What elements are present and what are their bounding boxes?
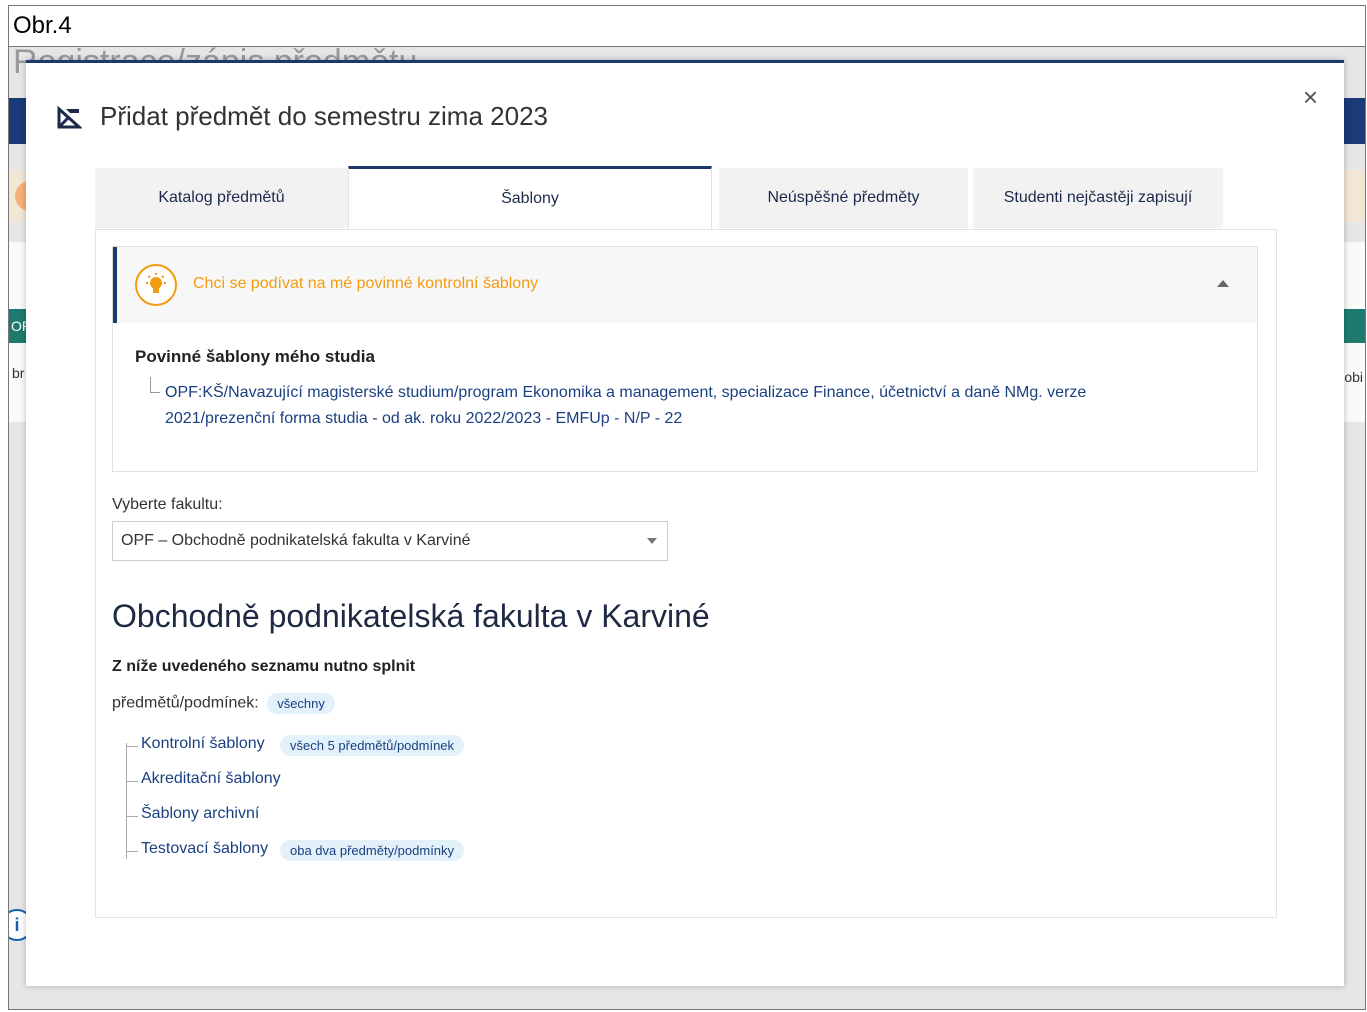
- tab-studenti-nejcasteji-zapisuji[interactable]: Studenti nejčastěji zapisují: [973, 168, 1223, 228]
- tree-line: [126, 743, 127, 859]
- tab-neuspesne-predmety[interactable]: Neúspěšné předměty: [719, 168, 968, 228]
- faculty-heading: Obchodně podnikatelská fakulta v Karviné: [112, 598, 710, 634]
- mandatory-template-link[interactable]: OPF:KŠ/Navazující magisterské studium/pr…: [165, 380, 1195, 432]
- mandatory-templates-title: Povinné šablony mého studia: [135, 347, 375, 366]
- figure-caption: Obr.4: [9, 6, 1365, 47]
- tip-box: Chci se podívat na mé povinné kontrolní …: [112, 246, 1258, 472]
- tree-item-label[interactable]: Kontrolní šablony: [141, 735, 265, 753]
- figure-frame: Obr.4 Registrace/zápis předmětu ! OP br …: [8, 5, 1366, 1010]
- tab-bar: Katalog předmětů Šablony Neúspěšné předm…: [95, 166, 1277, 230]
- tab-panel-sablony: Chci se podívat na mé povinné kontrolní …: [95, 229, 1277, 918]
- add-subject-modal: Přidat předmět do semestru zima 2023 × K…: [26, 60, 1344, 986]
- subject-icon: [57, 105, 82, 129]
- tree-connector: [150, 377, 160, 393]
- requirement-subtitle: předmětů/podmínek: všechny: [112, 693, 335, 714]
- background-text-right: obi: [1344, 369, 1363, 385]
- close-icon[interactable]: ×: [1303, 83, 1318, 111]
- tree-item-badge: oba dva předměty/podmínky: [280, 840, 465, 861]
- faculty-select-value: OPF – Obchodně podnikatelská fakulta v K…: [121, 532, 471, 549]
- chevron-down-icon: [647, 538, 657, 544]
- tab-sablony[interactable]: Šablony: [348, 166, 712, 230]
- modal-header: Přidat předmět do semestru zima 2023 ×: [26, 63, 1344, 163]
- modal-title: Přidat předmět do semestru zima 2023: [100, 101, 548, 131]
- requirement-badge: všechny: [267, 693, 335, 714]
- requirement-title: Z níže uvedeného seznamu nutno splnit: [112, 658, 416, 675]
- faculty-select[interactable]: OPF – Obchodně podnikatelská fakulta v K…: [112, 521, 668, 561]
- tip-toggle[interactable]: Chci se podívat na mé povinné kontrolní …: [113, 247, 1257, 323]
- faculty-select-label: Vyberte fakultu:: [112, 496, 223, 513]
- tip-text: Chci se podívat na mé povinné kontrolní …: [193, 275, 539, 292]
- caret-up-icon[interactable]: [1217, 280, 1229, 287]
- background-text-left: br: [12, 365, 25, 381]
- tree-item-label[interactable]: Testovací šablony: [141, 840, 268, 858]
- tree-item-label[interactable]: Akreditační šablony: [141, 770, 281, 788]
- tree-item-badge: všech 5 předmětů/podmínek: [280, 735, 465, 756]
- lightbulb-icon: [135, 264, 177, 306]
- tab-katalog-predmetu[interactable]: Katalog předmětů: [95, 168, 348, 228]
- requirement-subtitle-text: předmětů/podmínek:: [112, 694, 259, 712]
- tree-item-label[interactable]: Šablony archivní: [141, 805, 259, 823]
- template-tree: Kontrolní šablony všech 5 předmětů/podmí…: [126, 735, 626, 875]
